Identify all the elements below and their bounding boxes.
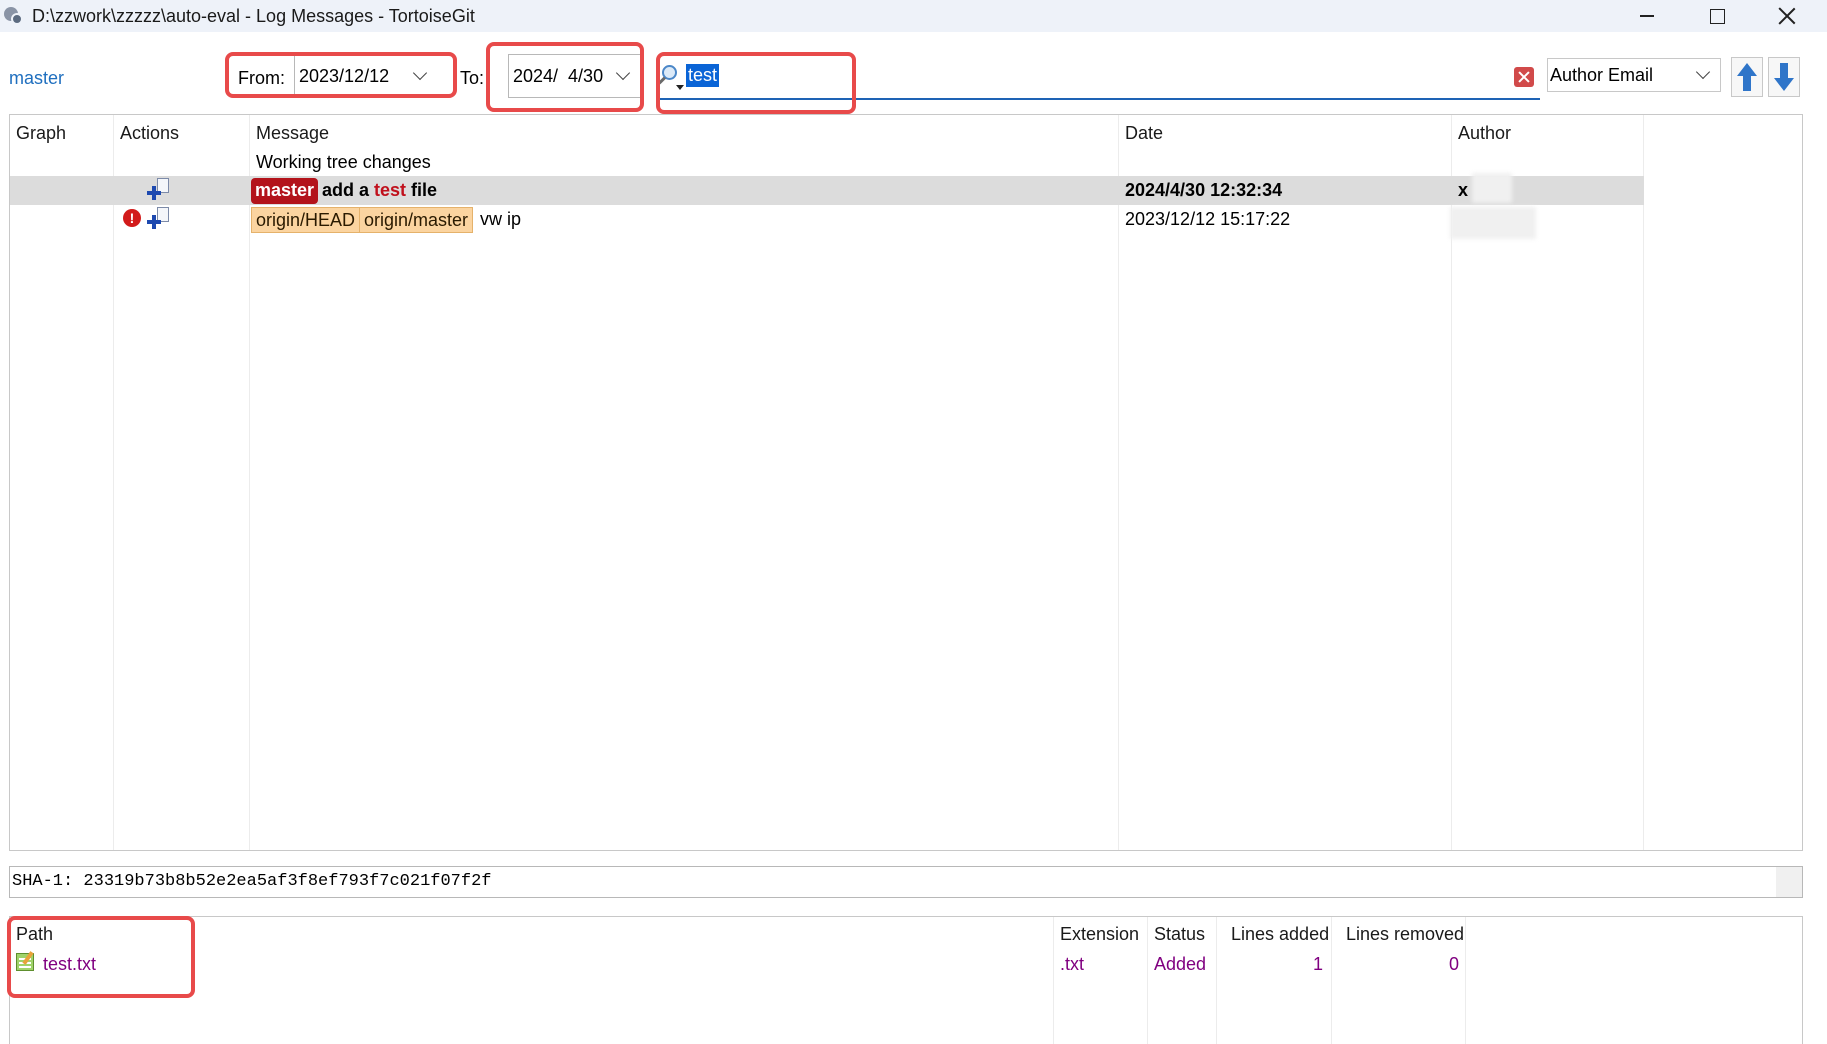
file-extension: .txt bbox=[1060, 954, 1085, 974]
previous-match-button[interactable] bbox=[1731, 57, 1763, 97]
arrow-up-icon bbox=[1737, 63, 1757, 91]
column-header-status[interactable]: Status bbox=[1154, 924, 1205, 945]
column-divider bbox=[1465, 917, 1466, 1044]
column-header-path[interactable]: Path bbox=[16, 924, 53, 945]
column-divider bbox=[1216, 917, 1217, 1044]
close-button[interactable] bbox=[1752, 0, 1822, 32]
ref-tag-origin-head[interactable]: origin/HEAD bbox=[251, 207, 361, 233]
arrow-down-icon bbox=[1774, 63, 1794, 91]
file-path[interactable]: test.txt bbox=[43, 954, 96, 975]
commit-add-icon bbox=[147, 178, 169, 200]
filter-field-value: Author Email bbox=[1550, 64, 1654, 85]
column-header-actions[interactable]: Actions bbox=[120, 123, 179, 144]
to-label: To: bbox=[460, 68, 485, 88]
search-box[interactable]: test bbox=[656, 56, 1540, 100]
to-date-value: 2024/ 4/30 bbox=[513, 65, 604, 86]
commit-message: add a test file bbox=[322, 180, 438, 200]
scrollbar[interactable] bbox=[1776, 867, 1802, 897]
commit-author: x bbox=[1458, 180, 1469, 200]
commit-details[interactable]: SHA-1: 23319b73b8b52e2ea5af3f8ef793f7c02… bbox=[9, 866, 1803, 898]
ref-tag-origin-master[interactable]: origin/master bbox=[359, 207, 474, 233]
sha-text: SHA-1: 23319b73b8b52e2ea5af3f8ef793f7c02… bbox=[12, 872, 492, 891]
column-divider bbox=[113, 115, 114, 850]
to-date-picker[interactable]: 2024/ 4/30 bbox=[508, 54, 641, 98]
window-title: D:\zzwork\zzzzz\auto-eval - Log Messages… bbox=[32, 5, 475, 26]
from-date-value: 2023/12/12 bbox=[299, 65, 390, 86]
file-status: Added bbox=[1154, 954, 1207, 974]
close-icon bbox=[1778, 7, 1796, 25]
commit-message: vw ip bbox=[480, 209, 522, 229]
from-date-picker[interactable]: 2023/12/12 bbox=[294, 54, 438, 98]
maximize-button[interactable] bbox=[1682, 0, 1752, 32]
warning-icon: ! bbox=[123, 209, 141, 227]
file-lines-added: 1 bbox=[1313, 954, 1324, 974]
minimize-icon bbox=[1640, 15, 1654, 17]
title-bar: D:\zzwork\zzzzz\auto-eval - Log Messages… bbox=[0, 0, 1827, 32]
from-label: From: bbox=[238, 68, 285, 88]
search-input[interactable] bbox=[686, 62, 1540, 92]
chevron-down-icon bbox=[615, 65, 631, 81]
column-header-lines-added[interactable]: Lines added bbox=[1231, 924, 1329, 945]
file-lines-removed: 0 bbox=[1449, 954, 1460, 974]
column-header-graph[interactable]: Graph bbox=[16, 123, 66, 144]
redacted-author bbox=[1472, 173, 1512, 203]
column-divider bbox=[1643, 115, 1644, 850]
column-divider bbox=[1118, 115, 1119, 850]
commit-date: 2023/12/12 15:17:22 bbox=[1125, 209, 1291, 229]
working-tree-row[interactable]: Working tree changes bbox=[256, 152, 431, 173]
chevron-down-icon bbox=[412, 65, 428, 81]
column-divider bbox=[1331, 917, 1332, 1044]
commit-date: 2024/4/30 12:32:34 bbox=[1125, 180, 1283, 200]
search-icon[interactable] bbox=[658, 59, 686, 95]
column-divider bbox=[1147, 917, 1148, 1044]
tortoisegit-icon bbox=[2, 4, 26, 28]
column-header-date[interactable]: Date bbox=[1125, 123, 1163, 144]
commit-add-icon bbox=[147, 207, 169, 229]
branch-link[interactable]: master bbox=[9, 68, 64, 89]
minimize-button[interactable] bbox=[1612, 0, 1682, 32]
maximize-icon bbox=[1709, 8, 1725, 24]
filter-field-select[interactable]: Author Email bbox=[1547, 58, 1721, 92]
log-list[interactable]: Graph Actions Message Date Author Workin… bbox=[9, 114, 1803, 851]
column-divider bbox=[1053, 917, 1054, 1044]
redacted-author bbox=[1450, 207, 1536, 239]
column-header-extension[interactable]: Extension bbox=[1060, 924, 1139, 945]
column-divider bbox=[249, 115, 250, 850]
column-header-lines-removed[interactable]: Lines removed bbox=[1346, 924, 1464, 945]
column-header-message[interactable]: Message bbox=[256, 123, 329, 144]
search-match: test bbox=[374, 180, 407, 200]
text-file-icon bbox=[16, 951, 36, 973]
column-header-author[interactable]: Author bbox=[1458, 123, 1511, 144]
search-selected-text: test bbox=[686, 64, 720, 87]
changed-files-list[interactable]: Path Extension Status Lines added Lines … bbox=[9, 916, 1803, 1044]
clear-icon[interactable] bbox=[1514, 67, 1534, 87]
next-match-button[interactable] bbox=[1768, 57, 1800, 97]
ref-tag-master[interactable]: master bbox=[251, 178, 319, 204]
chevron-down-icon bbox=[1695, 64, 1711, 80]
